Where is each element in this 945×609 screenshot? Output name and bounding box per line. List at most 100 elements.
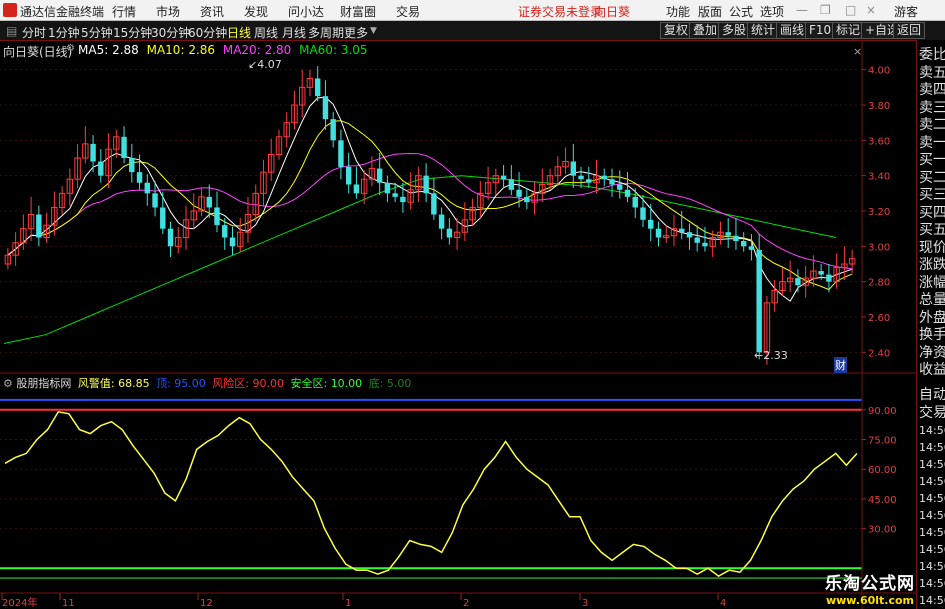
candle-body [686, 232, 693, 238]
trade-time: 14:56 [919, 594, 945, 607]
candle-body [748, 246, 755, 250]
chart-canvas[interactable]: 4.00 3.80 3.60 3.40 3.20 3.00 2.80 2.60 2.40 90.0… [0, 40, 916, 609]
candle-body [524, 196, 530, 203]
candle-body [586, 179, 592, 183]
menu-xuanxiang[interactable]: 选项 [760, 3, 784, 20]
x-tick-label: 11 [62, 598, 75, 609]
close-panel-icon[interactable]: × [853, 45, 862, 58]
user-label[interactable]: 游客 [894, 3, 918, 20]
tab-fenshi[interactable]: 分时 [22, 24, 46, 41]
menu-gongneng[interactable]: 功能 [666, 3, 690, 20]
tab-weekly[interactable]: 周线 [254, 24, 278, 41]
candle-body [353, 184, 360, 194]
menu-banmian[interactable]: 版面 [698, 3, 722, 20]
btn-diejia[interactable]: 叠加 [689, 22, 722, 39]
candle-body [376, 168, 383, 183]
trade-time: 14:56 [919, 509, 945, 522]
candle-body [655, 228, 662, 238]
candle-body [129, 158, 135, 173]
quote-field-label: 收益 [919, 362, 945, 378]
btn-tongji[interactable]: 统计 [747, 22, 780, 39]
y-tick-label: 3.20 [868, 207, 890, 218]
candle-body [222, 225, 228, 238]
menu-faxian[interactable]: 发现 [244, 3, 268, 20]
candle-body [423, 175, 429, 194]
tab-30min[interactable]: 30分钟 [151, 24, 190, 41]
x-tick-label: 2 [463, 598, 469, 609]
candle-body [167, 228, 174, 247]
more-dropdown-icon[interactable]: ▼ [370, 26, 377, 36]
tab-60min[interactable]: 60分钟 [188, 24, 227, 41]
y-tick-label: 3.60 [868, 136, 890, 147]
menu-shichang[interactable]: 市场 [156, 3, 180, 20]
trade-time: 14:56 [919, 441, 945, 454]
tab-daily[interactable]: 日线 [227, 24, 251, 41]
financial-report-marker[interactable]: 财 [834, 357, 847, 373]
trade-panel-label[interactable]: 交易 [919, 402, 945, 422]
candle-body [508, 179, 515, 190]
risk-value-line [4, 410, 858, 577]
tab-multi-period[interactable]: 多周期 [308, 24, 344, 41]
candle-body [136, 172, 143, 183]
candle-body [206, 196, 212, 208]
candle-body [601, 175, 607, 180]
candle-body [446, 228, 453, 238]
trade-time: 14:56 [919, 475, 945, 488]
btn-duogu[interactable]: 多股 [718, 22, 751, 39]
candle-body [818, 271, 824, 275]
menu-gongshi[interactable]: 公式 [729, 3, 753, 20]
tab-more[interactable]: 更多 [344, 24, 368, 41]
candle-body [36, 214, 42, 238]
tab-15min[interactable]: 15分钟 [113, 24, 152, 41]
quote-side-panel: 委比 卖五 卖四 卖三 卖二 卖一 买一 买二 买三 买四 买五 现价 涨跌 涨幅 总量 外盘 换手 净资 收益 自动… [916, 40, 945, 609]
tab-1min[interactable]: 1分钟 [48, 24, 80, 41]
ma5-label: MA5 [78, 43, 105, 57]
indicator-value: 68.85 [118, 377, 150, 390]
maximize-icon[interactable]: □ [845, 3, 856, 17]
candle-body [314, 78, 321, 97]
menu-caifuquan[interactable]: 财富圈 [340, 3, 376, 20]
candle-body [322, 96, 329, 120]
trade-time: 14:56 [919, 492, 945, 505]
btn-huaxian[interactable]: 画线 [776, 22, 809, 39]
close-icon[interactable]: × [866, 3, 876, 17]
y-tick-label: 3.00 [868, 242, 890, 253]
trade-time: 14:56 [919, 526, 945, 539]
candle-body [338, 140, 344, 167]
period-toolbar: ▤ 分时 1分钟 5分钟 15分钟 30分钟 60分钟 日线 周线 月线 多周期… [0, 21, 945, 41]
candle-body [570, 161, 577, 176]
btn-fuquan[interactable]: 复权 [660, 22, 693, 39]
candle-body [826, 274, 832, 282]
menu-zixun[interactable]: 资讯 [200, 3, 224, 20]
btn-biaoji[interactable]: 标记 [832, 22, 865, 39]
tab-5min[interactable]: 5分钟 [81, 24, 113, 41]
ma20-label: MA20 [222, 43, 257, 57]
menu-jiaoyi[interactable]: 交易 [396, 3, 420, 20]
menu-wenxiaoda[interactable]: 问小达 [288, 3, 324, 20]
menu-toggle-icon[interactable]: ▤ [6, 24, 17, 38]
minimize-icon[interactable]: — [796, 3, 808, 17]
menu-hangqing[interactable]: 行情 [112, 3, 136, 20]
ma60-label: MA60 [299, 43, 333, 57]
candle-body [632, 196, 638, 208]
indicator-name[interactable]: 股朋指标网 [16, 377, 71, 390]
ma10-value: 2.86 [188, 43, 216, 57]
candle-body [152, 193, 158, 208]
app-logo-icon [3, 3, 17, 17]
y-tick-label: 60.00 [868, 465, 897, 476]
ma5-line [7, 96, 853, 302]
indicator-settings-icon[interactable]: ⚙ [3, 377, 13, 390]
btn-back[interactable]: 返回 [893, 22, 926, 39]
restore-icon[interactable]: ❐ [820, 3, 831, 17]
candle-body [400, 196, 406, 203]
indicator-label: 风警值 [77, 377, 111, 390]
btn-f10[interactable]: F10 [805, 22, 836, 39]
login-status[interactable]: 证券交易未登录 [518, 3, 602, 20]
level-bottom-label: 底 [368, 377, 380, 390]
x-tick-label: 1 [345, 598, 351, 609]
settings-icon[interactable]: ⚙ [66, 43, 75, 54]
tab-monthly[interactable]: 月线 [282, 24, 306, 41]
x-tick-label: 2024年 [2, 596, 37, 609]
candle-body [90, 143, 96, 162]
level-risk-value: 90.00 [252, 377, 284, 390]
